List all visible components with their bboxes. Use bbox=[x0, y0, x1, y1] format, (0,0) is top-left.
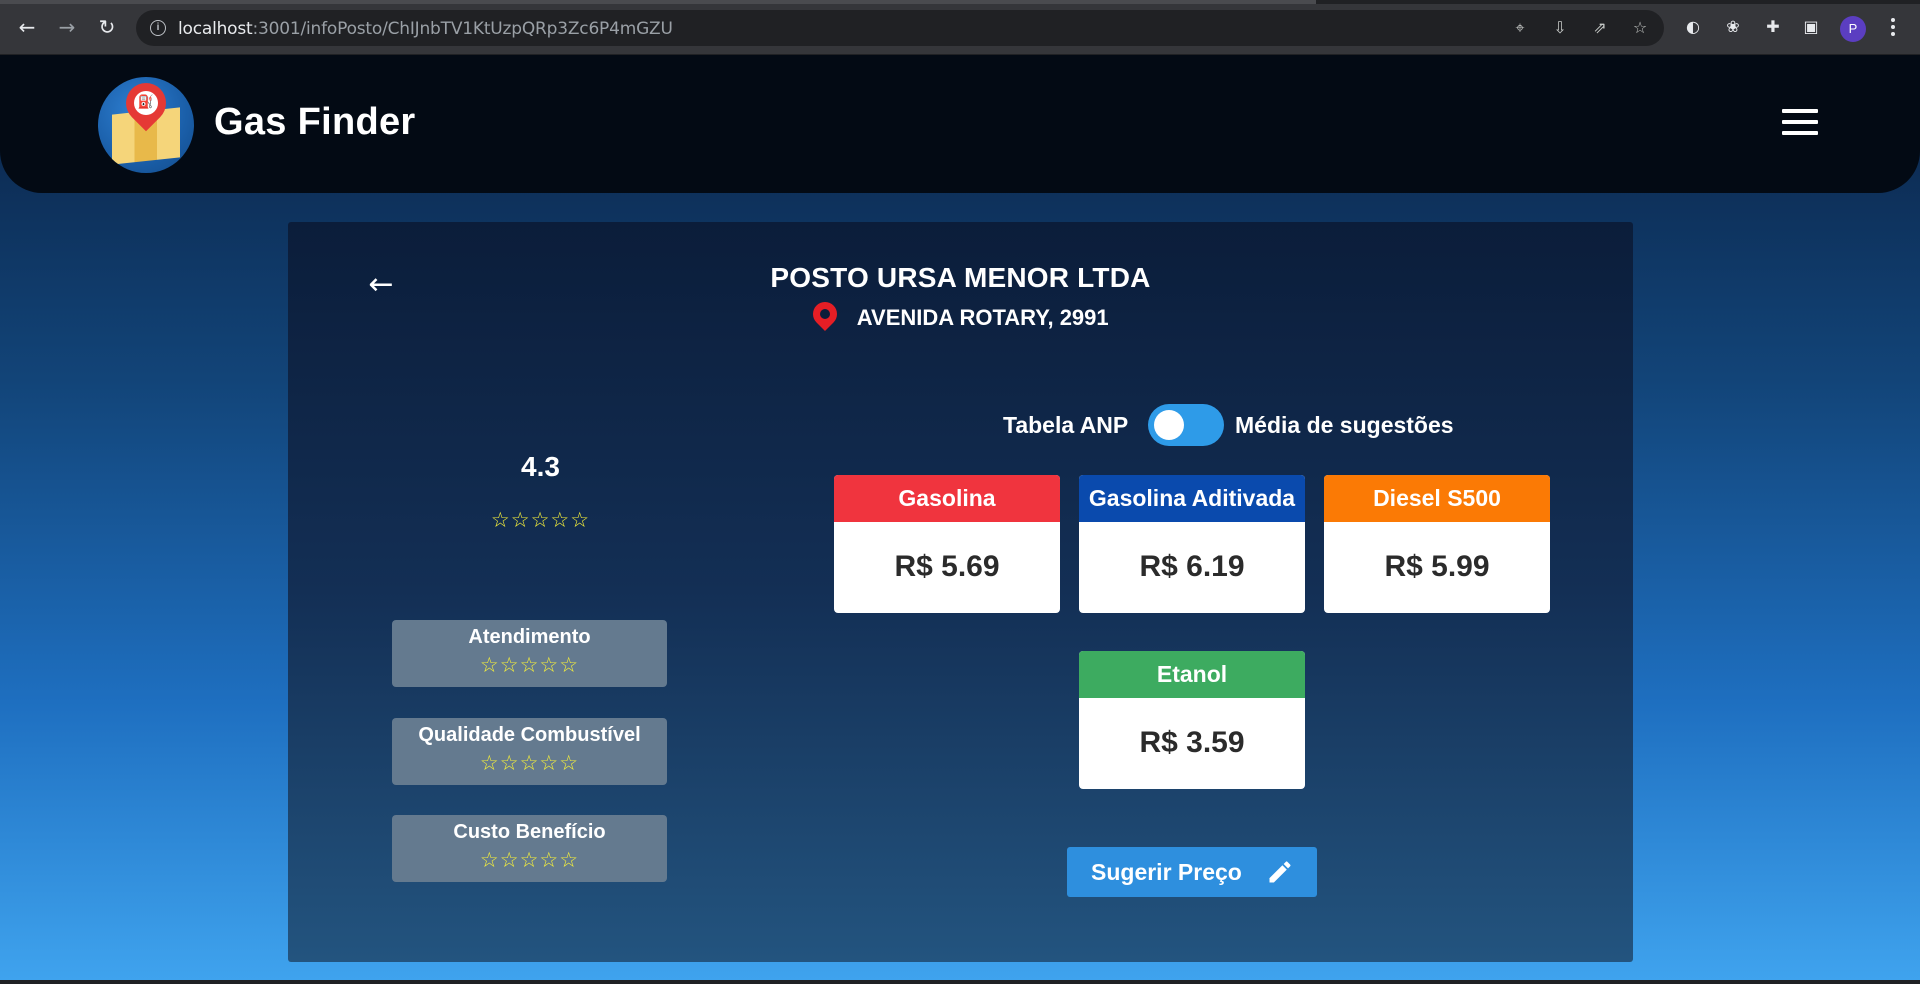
fuel-price: R$ 6.19 bbox=[1139, 550, 1245, 583]
install-app-icon[interactable]: ⇩ bbox=[1550, 18, 1570, 38]
rating-category-label: Atendimento bbox=[468, 626, 591, 648]
page-viewport: ⛽ Gas Finder ← POSTO URSA MENOR LTDA AVE… bbox=[0, 55, 1920, 980]
fuel-price: R$ 3.59 bbox=[1139, 726, 1245, 759]
browser-menu-icon[interactable] bbox=[1888, 16, 1898, 40]
overall-rating-stars[interactable]: ☆☆☆☆☆ bbox=[403, 508, 678, 532]
back-icon[interactable]: ← bbox=[14, 14, 40, 40]
reload-icon[interactable]: ↻ bbox=[94, 14, 120, 40]
fuel-name: Etanol bbox=[1079, 651, 1305, 698]
app-header: ⛽ Gas Finder bbox=[0, 55, 1920, 193]
fuel-price: R$ 5.99 bbox=[1384, 550, 1490, 583]
map-pin-icon bbox=[808, 297, 843, 334]
pencil-icon bbox=[1269, 861, 1291, 883]
station-address-row: AVENIDA ROTARY, 2991 bbox=[288, 297, 1633, 334]
url-text[interactable]: localhost:3001/infoPosto/ChIJnbTV1KtUzpQ… bbox=[178, 19, 673, 39]
fuel-name: Gasolina bbox=[834, 475, 1060, 522]
browser-toolbar: ← → ↻ i localhost:3001/infoPosto/ChIJnbT… bbox=[0, 0, 1920, 55]
extension-icon[interactable]: ❀ bbox=[1722, 16, 1744, 38]
site-info-icon[interactable]: i bbox=[150, 20, 166, 36]
rating-category-label: Qualidade Combustível bbox=[418, 724, 641, 746]
toggle-right-label: Média de sugestões bbox=[1235, 412, 1454, 438]
rating-category-atendimento: Atendimento ☆☆☆☆☆ bbox=[392, 620, 667, 687]
overall-rating-value: 4.3 bbox=[521, 451, 560, 482]
window-bottom-edge bbox=[0, 980, 1920, 984]
extension-icon[interactable]: ◐ bbox=[1682, 16, 1704, 38]
fuel-price: R$ 5.69 bbox=[894, 550, 1000, 583]
share-icon[interactable]: ⇗ bbox=[1590, 18, 1610, 38]
fuel-card-etanol[interactable]: Etanol R$ 3.59 bbox=[1079, 651, 1305, 789]
rating-category-custo-beneficio: Custo Benefício ☆☆☆☆☆ bbox=[392, 815, 667, 882]
rating-category-stars[interactable]: ☆☆☆☆☆ bbox=[392, 751, 667, 775]
fuel-card-gasolina-aditivada[interactable]: Gasolina Aditivada R$ 6.19 bbox=[1079, 475, 1305, 613]
address-bar[interactable]: i localhost:3001/infoPosto/ChIJnbTV1KtUz… bbox=[136, 10, 1664, 46]
rating-category-label: Custo Benefício bbox=[453, 821, 606, 843]
rating-category-qualidade: Qualidade Combustível ☆☆☆☆☆ bbox=[392, 718, 667, 785]
bookmark-star-icon[interactable]: ☆ bbox=[1630, 18, 1650, 38]
extensions-puzzle-icon[interactable]: ✚ bbox=[1762, 16, 1784, 38]
rating-category-stars[interactable]: ☆☆☆☆☆ bbox=[392, 653, 667, 677]
toggle-knob bbox=[1154, 410, 1184, 440]
forward-icon[interactable]: → bbox=[54, 14, 80, 40]
gas-finder-logo-icon[interactable]: ⛽ bbox=[98, 77, 194, 173]
location-icon[interactable]: ⌖ bbox=[1510, 18, 1530, 38]
fuel-name: Diesel S500 bbox=[1324, 475, 1550, 522]
station-address: AVENIDA ROTARY, 2991 bbox=[856, 305, 1109, 330]
fuel-name: Gasolina Aditivada bbox=[1079, 475, 1305, 522]
toggle-left-label: Tabela ANP bbox=[1003, 412, 1129, 438]
fuel-card-gasolina[interactable]: Gasolina R$ 5.69 bbox=[834, 475, 1060, 613]
hamburger-menu-icon[interactable] bbox=[1782, 109, 1818, 137]
suggest-price-label: Sugerir Preço bbox=[1091, 859, 1242, 885]
station-name: POSTO URSA MENOR LTDA bbox=[770, 262, 1151, 293]
rating-category-stars[interactable]: ☆☆☆☆☆ bbox=[392, 848, 667, 872]
profile-avatar[interactable]: P bbox=[1840, 16, 1866, 42]
tab-strip bbox=[0, 0, 1920, 4]
suggest-price-button[interactable]: Sugerir Preço bbox=[1067, 847, 1317, 897]
station-info-card: ← POSTO URSA MENOR LTDA AVENIDA ROTARY, … bbox=[288, 222, 1633, 962]
brand-title[interactable]: Gas Finder bbox=[214, 101, 416, 144]
side-panel-icon[interactable]: ▣ bbox=[1800, 16, 1822, 38]
price-source-toggle[interactable] bbox=[1148, 404, 1224, 446]
fuel-card-diesel-s500[interactable]: Diesel S500 R$ 5.99 bbox=[1324, 475, 1550, 613]
